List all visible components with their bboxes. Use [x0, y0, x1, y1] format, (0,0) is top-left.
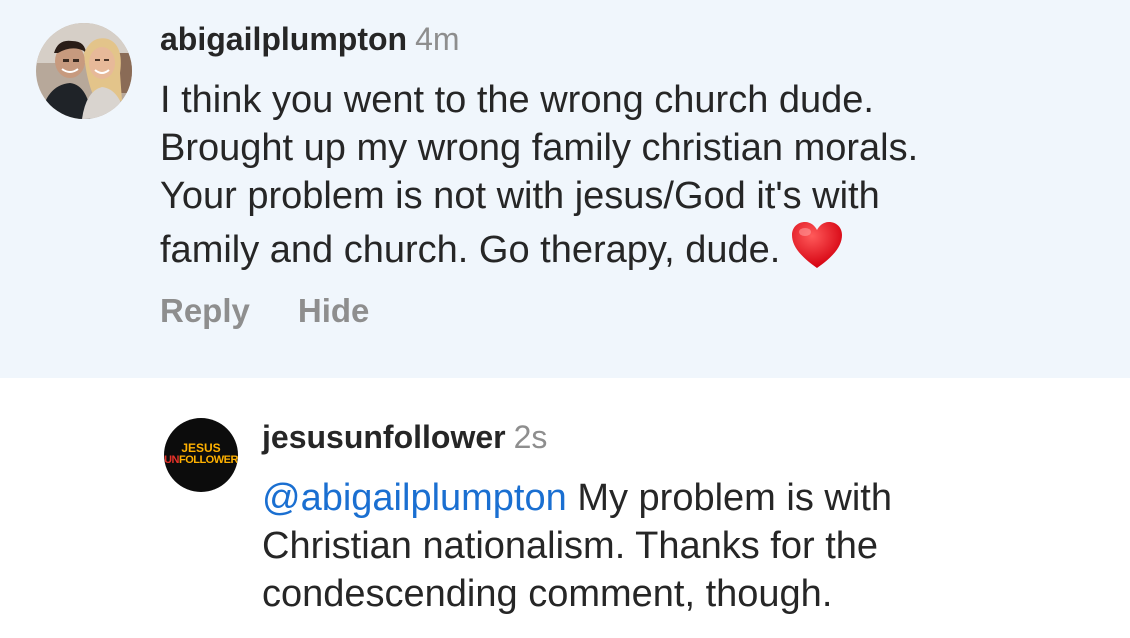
reply-text: @abigailplumpton My problem is with Chri… — [262, 474, 1122, 618]
comment-timestamp: 4m — [415, 21, 460, 57]
username-label[interactable]: abigailplumpton — [160, 21, 407, 57]
logo-text: UNFOLLOWER — [164, 455, 238, 466]
avatar-photo-icon — [36, 23, 132, 119]
hide-button[interactable]: Hide — [298, 292, 370, 329]
comment-line: Your problem is not with jesus/God it's … — [160, 175, 880, 217]
reply-line: condescending comment, though. — [262, 573, 833, 615]
mention-link[interactable]: @abigailplumpton — [262, 477, 567, 519]
comments-view: abigailplumpton 4m I think you went to th… — [0, 0, 1130, 638]
comment-line: I think you went to the wrong church dud… — [160, 79, 874, 121]
comment-text: I think you went to the wrong church dud… — [160, 76, 1110, 274]
reply-line-text: My problem is with — [566, 477, 892, 519]
avatar[interactable] — [36, 23, 132, 119]
reply-line: @abigailplumpton My problem is with — [262, 474, 1122, 522]
reply-username[interactable]: jesusunfollower 2s — [262, 419, 547, 456]
reply-button[interactable]: Reply — [160, 292, 250, 329]
logo-text: JESUS — [181, 441, 221, 455]
avatar[interactable]: JESUS UNFOLLOWER — [164, 418, 238, 492]
username-label[interactable]: jesusunfollower — [262, 419, 506, 455]
logo-text-yellow: FOLLOWER — [178, 454, 238, 466]
comment-abigailplumpton: abigailplumpton 4m I think you went to th… — [0, 0, 1130, 378]
comment-actions: Reply Hide — [160, 292, 369, 330]
logo-text-red: UN — [164, 454, 179, 466]
comment-line: Brought up my wrong family christian mor… — [160, 127, 919, 169]
comment-line-text: family and church. Go therapy, dude. — [160, 229, 781, 271]
reply-timestamp: 2s — [513, 419, 548, 455]
reply-line: Christian nationalism. Thanks for the — [262, 525, 879, 567]
heart-icon — [792, 222, 843, 268]
comment-username[interactable]: abigailplumpton 4m — [160, 21, 460, 58]
comment-line-last: family and church. Go therapy, dude. — [160, 220, 1110, 274]
